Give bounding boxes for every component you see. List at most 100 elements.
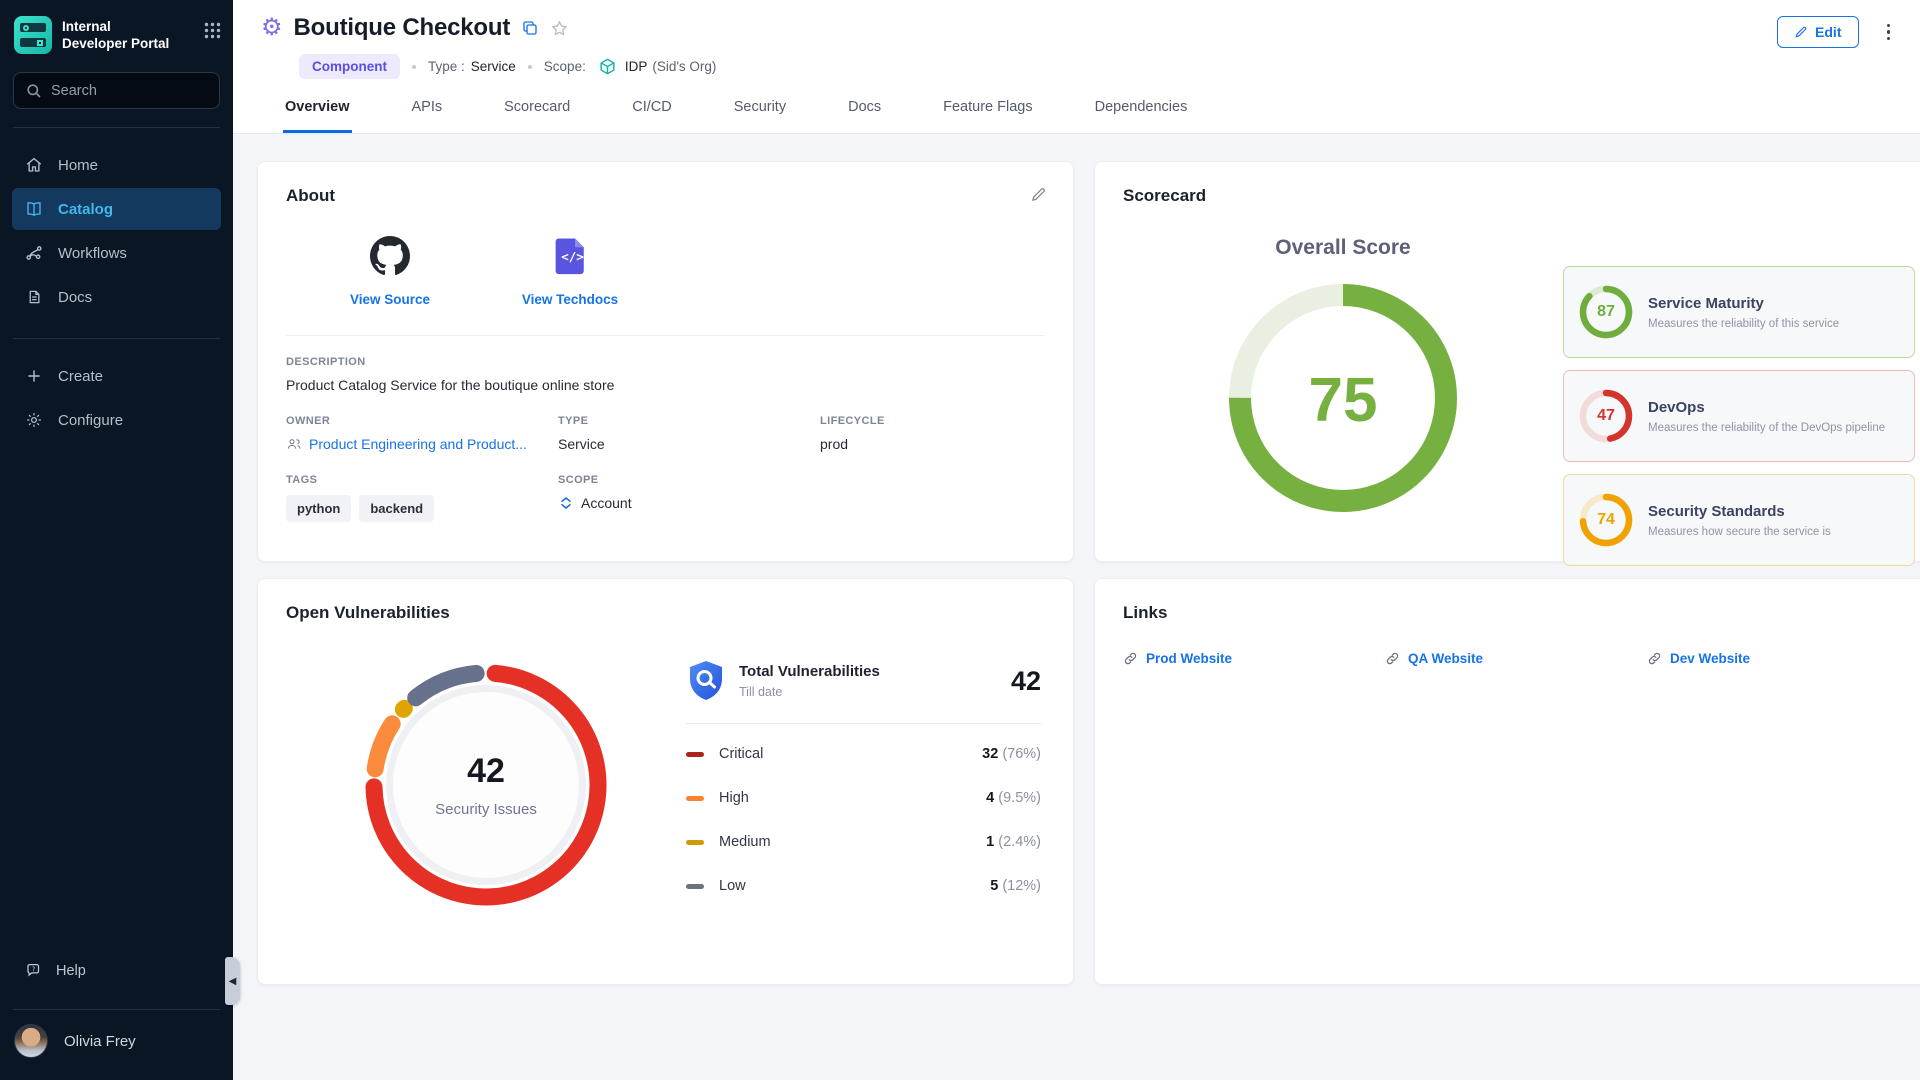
scorecard-item-security-standards[interactable]: 74 Security Standards Measures how secur… [1563, 474, 1915, 566]
scope-value: IDP [625, 59, 648, 74]
vulnerabilities-donut: 42 Security Issues [354, 653, 618, 917]
apps-grid-icon[interactable] [204, 16, 221, 44]
dev-website-link[interactable]: Dev Website [1647, 651, 1915, 666]
component-gear-icon: ⚙ [261, 16, 283, 40]
mini-donut: 87 [1578, 284, 1634, 340]
links-card: Links Prod Website QA Website [1094, 578, 1920, 985]
page-header: ⚙ Boutique Checkout Edit Component Type … [233, 0, 1920, 134]
type-label: Type : [428, 59, 465, 74]
links-title: Links [1123, 603, 1915, 623]
search-placeholder: Search [51, 83, 97, 99]
sidebar-item-docs[interactable]: Docs [12, 276, 221, 318]
sidebar: Internal Developer Portal Search [0, 0, 233, 1080]
legend-row-medium: Medium 1 (2.4%) [686, 820, 1041, 864]
scope-org: (Sid's Org) [652, 59, 716, 74]
search-icon [26, 83, 42, 99]
tab-cicd[interactable]: CI/CD [630, 99, 673, 133]
sidebar-item-catalog[interactable]: Catalog [12, 188, 221, 230]
tag-chip[interactable]: python [286, 495, 351, 522]
chevron-left-icon: ◀ [229, 976, 237, 987]
type-field: TYPE Service [558, 415, 820, 452]
sidebar-collapse-handle[interactable]: ◀ [225, 957, 240, 1005]
scorecard-item-service-maturity[interactable]: 87 Service Maturity Measures the reliabi… [1563, 266, 1915, 358]
edit-button[interactable]: Edit [1777, 16, 1858, 48]
mini-donut: 74 [1578, 492, 1634, 548]
sidebar-item-configure[interactable]: Configure [12, 399, 221, 441]
overall-score-donut: 75 [1227, 282, 1459, 519]
legend-row-low: Low 5 (12%) [686, 864, 1041, 908]
page-title: Boutique Checkout [294, 14, 511, 42]
app-title: Internal Developer Portal [62, 16, 194, 53]
star-icon[interactable] [550, 19, 569, 38]
scorecard-title: Scorecard [1123, 186, 1915, 206]
view-source-link[interactable]: View Source [331, 236, 449, 307]
github-icon [370, 263, 410, 280]
group-icon [286, 436, 302, 452]
scope-label: Scope: [544, 59, 586, 74]
legend-row-critical: Critical 32 (76%) [686, 732, 1041, 776]
kind-badge: Component [299, 54, 400, 79]
tab-scorecard[interactable]: Scorecard [502, 99, 572, 133]
high-swatch [686, 796, 704, 801]
prod-website-link[interactable]: Prod Website [1123, 651, 1385, 666]
divider [686, 723, 1041, 724]
sidebar-item-home[interactable]: Home [12, 144, 221, 186]
scope-field: SCOPE Account [558, 474, 820, 522]
tab-overview[interactable]: Overview [283, 99, 352, 133]
sidebar-nav: Home Catalog Workflows Docs [0, 142, 233, 320]
legend-row-high: High 4 (9.5%) [686, 776, 1041, 820]
tab-docs[interactable]: Docs [846, 99, 883, 133]
avatar [14, 1024, 48, 1058]
app-logo [14, 16, 52, 54]
scorecard-item-devops[interactable]: 47 DevOps Measures the reliability of th… [1563, 370, 1915, 462]
workflows-icon [25, 244, 43, 262]
type-value: Service [471, 59, 516, 74]
catalog-icon [25, 200, 43, 218]
description-field: DESCRIPTION Product Catalog Service for … [286, 356, 1045, 393]
tab-apis[interactable]: APIs [410, 99, 445, 133]
docs-icon [25, 288, 43, 306]
overall-score-block: Overall Score 75 [1123, 218, 1563, 566]
tab-dependencies[interactable]: Dependencies [1093, 99, 1190, 133]
sidebar-divider [13, 127, 220, 128]
critical-swatch [686, 752, 704, 757]
low-swatch [686, 884, 704, 889]
scorecard-card: Scorecard Overall Score 75 87 [1094, 161, 1920, 562]
gear-icon [25, 411, 43, 429]
owner-link[interactable]: Product Engineering and Product... [286, 436, 558, 452]
sidebar-item-workflows[interactable]: Workflows [12, 232, 221, 274]
sidebar-actions: Create Configure [0, 353, 233, 443]
edit-about-icon[interactable] [1030, 186, 1047, 208]
user-menu[interactable]: Olivia Frey [0, 1010, 233, 1080]
vulnerabilities-card: Open Vulnerabilities 42 Security Issues [257, 578, 1074, 985]
link-icon [1385, 651, 1400, 666]
total-vulnerabilities-count: 42 [1011, 666, 1041, 697]
link-icon [1123, 651, 1138, 666]
account-scope-icon [558, 495, 574, 511]
medium-swatch [686, 840, 704, 845]
sidebar-item-create[interactable]: Create [12, 355, 221, 397]
plus-icon [25, 367, 43, 385]
tab-security[interactable]: Security [732, 99, 788, 133]
about-card: About View Source </> View Techdocs [257, 161, 1074, 562]
divider [286, 335, 1045, 336]
home-icon [25, 156, 43, 174]
help-icon: ? [25, 962, 43, 980]
tags-field: TAGS python backend [286, 474, 558, 522]
tab-feature-flags[interactable]: Feature Flags [941, 99, 1034, 133]
techdocs-icon: </> [551, 263, 589, 280]
vulnerabilities-title: Open Vulnerabilities [286, 603, 1045, 623]
shield-scan-icon [686, 659, 726, 703]
view-techdocs-link[interactable]: </> View Techdocs [511, 236, 629, 307]
separator-dot [412, 65, 416, 69]
tag-chip[interactable]: backend [359, 495, 434, 522]
sidebar-divider [13, 338, 220, 339]
qa-website-link[interactable]: QA Website [1385, 651, 1647, 666]
svg-text:</>: </> [561, 249, 584, 264]
user-name: Olivia Frey [64, 1033, 136, 1050]
owner-field: OWNER Product Engineering and Product... [286, 415, 558, 452]
search-input[interactable]: Search [13, 72, 220, 109]
more-options-button[interactable] [1883, 20, 1895, 45]
sidebar-item-help[interactable]: ? Help [0, 951, 233, 991]
copy-icon[interactable] [521, 19, 539, 37]
